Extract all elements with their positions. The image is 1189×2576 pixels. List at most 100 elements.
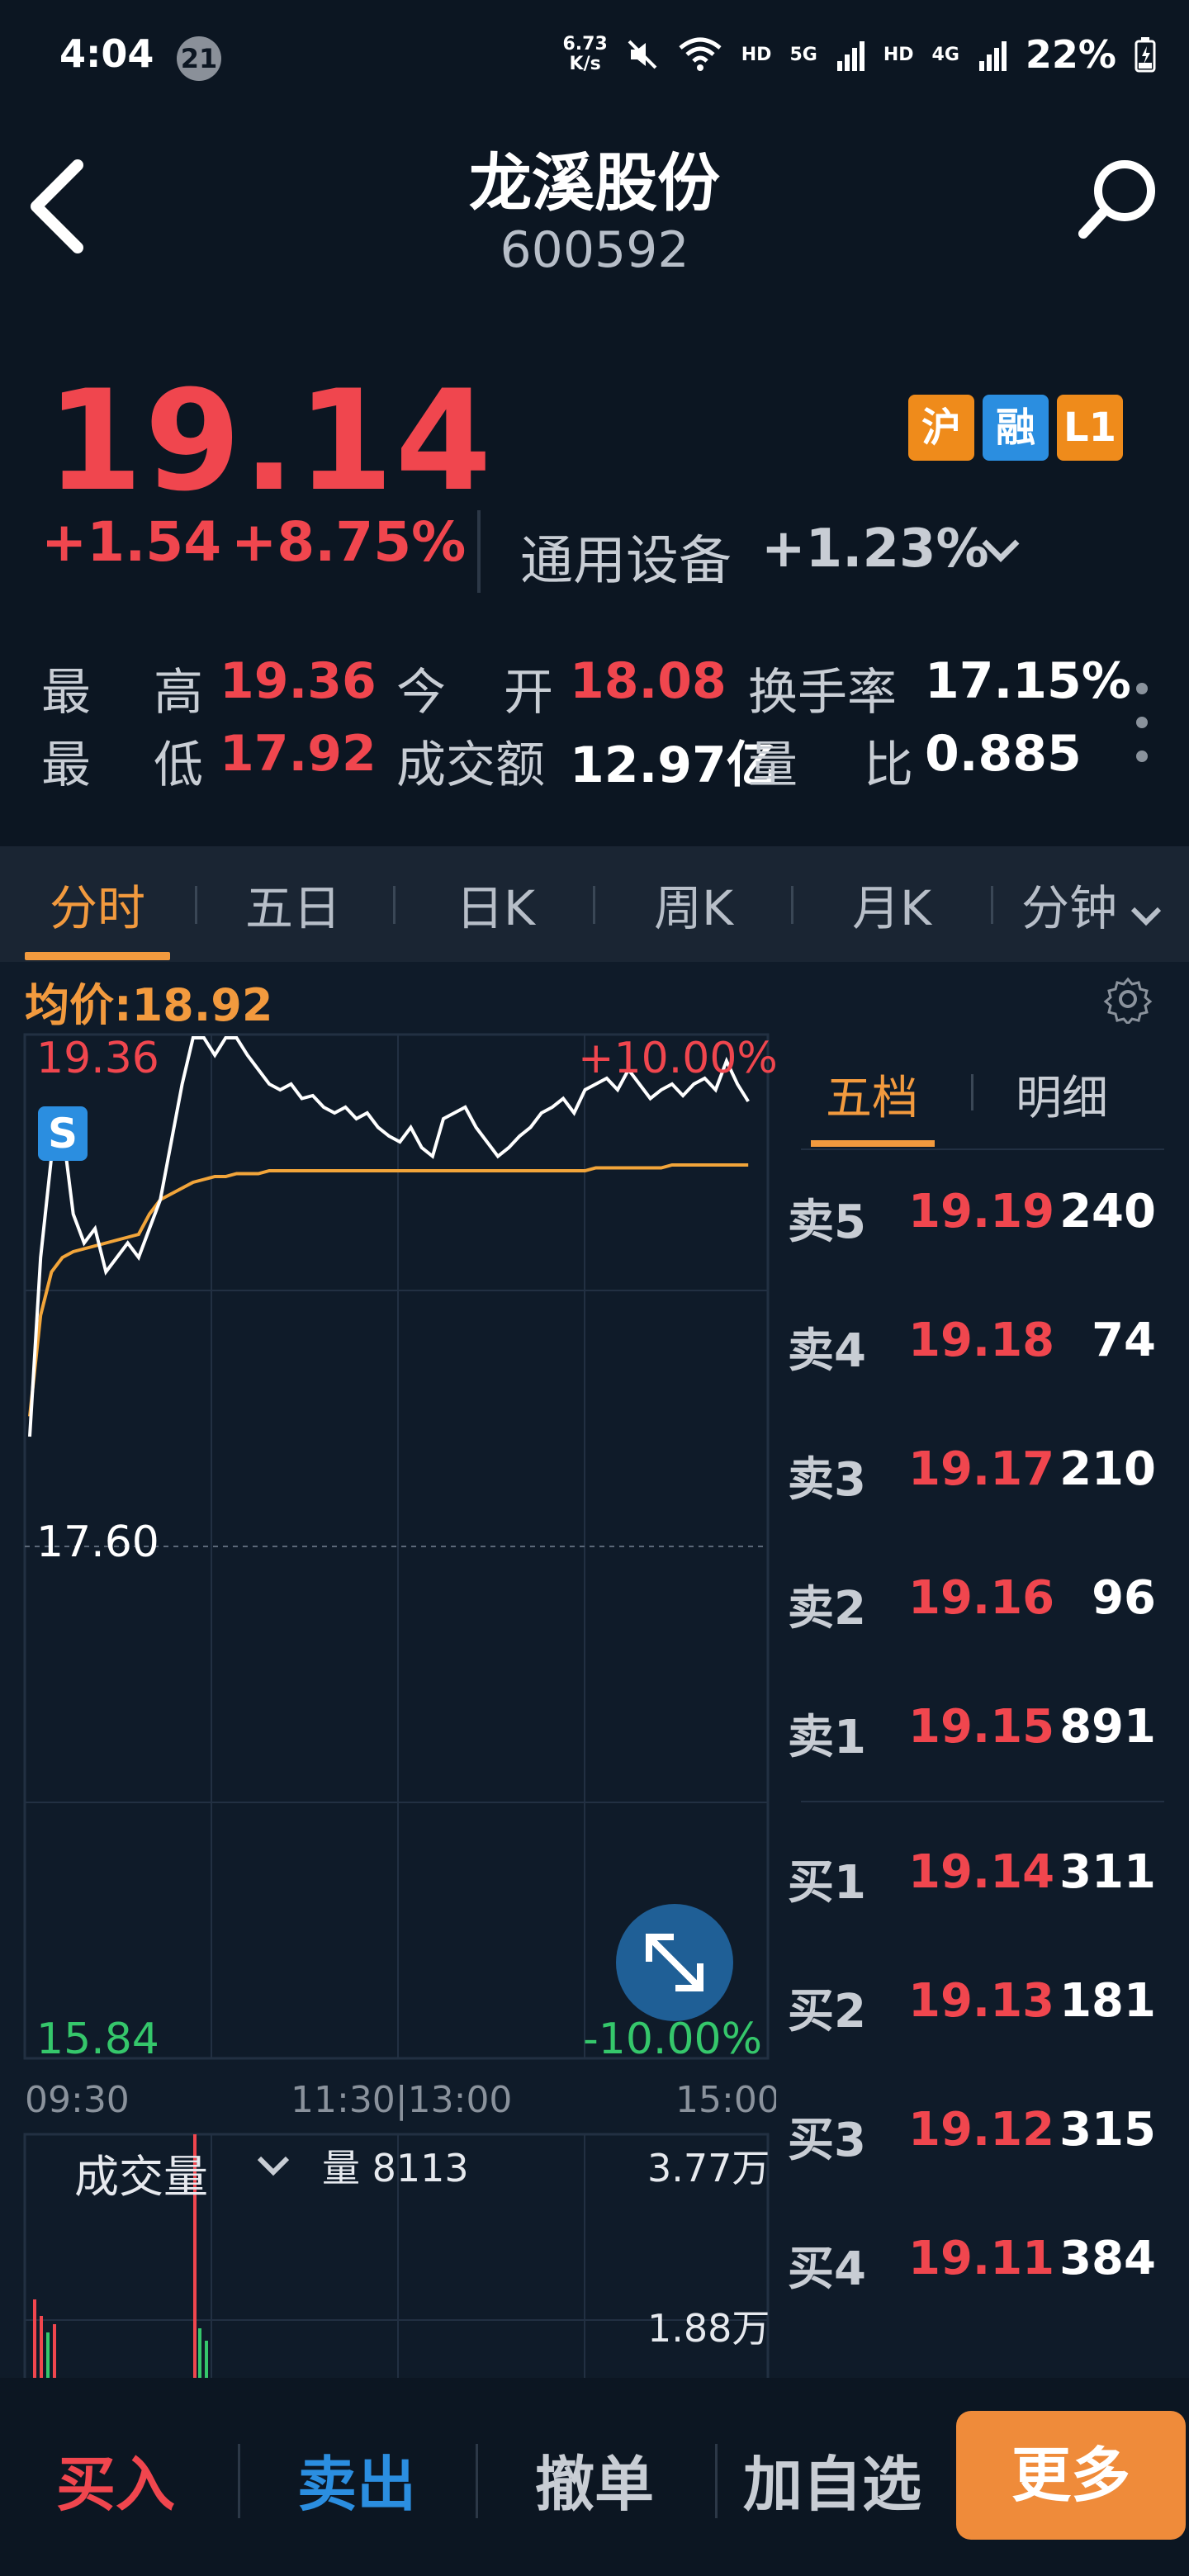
- tab-five-day[interactable]: 五日: [215, 869, 372, 936]
- ask-volume: 96: [1092, 1571, 1156, 1625]
- buy-button[interactable]: 买入: [56, 2436, 175, 2522]
- ask-label: 卖3: [788, 1453, 866, 1507]
- level1-badge: L1: [1057, 395, 1123, 461]
- action-separator: [238, 2444, 240, 2518]
- ask-price: 19.17: [908, 1442, 1055, 1496]
- quote-panel: 19.14 沪 融 L1 +1.54 +8.75% 通用设备 +1.23% 最 …: [0, 305, 1189, 846]
- status-icons: 6.73 K/s HD 5G HD 4G 22%: [562, 30, 1156, 79]
- ask-row: 卖5 19.19 240: [776, 1185, 1189, 1251]
- y-axis-low: 15.84: [36, 2015, 159, 2064]
- action-separator: [476, 2444, 478, 2518]
- tab-level5[interactable]: 五档: [826, 1061, 918, 1128]
- bid-label: 买4: [788, 2242, 866, 2296]
- shanghai-badge: 沪: [908, 395, 974, 461]
- stats-row-2: 最 低 17.92 成交额 12.97亿 量 比 0.885: [41, 725, 1115, 794]
- add-watchlist-button[interactable]: 加自选: [743, 2436, 921, 2522]
- tab-separator: [593, 886, 595, 924]
- tab-monthly-k[interactable]: 月K: [809, 869, 974, 936]
- expand-icon: [646, 1934, 703, 1991]
- price-line: [28, 1036, 750, 1437]
- volume-bar: [40, 2316, 43, 2382]
- ask-price: 19.18: [908, 1314, 1055, 1367]
- ask-price: 19.15: [908, 1700, 1055, 1754]
- notification-count-badge: 21: [177, 36, 221, 81]
- battery-charging-icon: [1135, 37, 1156, 73]
- bid-row: 买4 19.11 384: [776, 2232, 1189, 2298]
- amount-value: 12.97亿: [570, 736, 776, 794]
- hd-label-2: HD: [883, 44, 914, 65]
- ratio-value: 0.885: [925, 725, 1082, 783]
- volume-bar: [33, 2299, 36, 2382]
- sell-button[interactable]: 卖出: [297, 2436, 416, 2522]
- amount-label: 成交额: [396, 736, 545, 794]
- gear-icon[interactable]: [1103, 974, 1153, 1024]
- volume-bar: [205, 2341, 208, 2382]
- network-speed-value: 6.73: [562, 34, 608, 54]
- ask-volume: 210: [1059, 1442, 1156, 1496]
- network-speed: 6.73 K/s: [562, 35, 607, 74]
- ask-row: 卖2 19.16 96: [776, 1571, 1189, 1637]
- divider: [477, 510, 481, 593]
- s-marker-badge[interactable]: S: [38, 1106, 88, 1161]
- bid-volume: 311: [1059, 1845, 1156, 1899]
- stock-name: 龙溪股份: [469, 146, 720, 220]
- signal-icon-2: [978, 41, 1007, 71]
- open-label-char2: 开: [504, 664, 553, 722]
- low-value: 17.92: [220, 725, 377, 783]
- tab-separator: [991, 886, 993, 924]
- tab-trade-detail[interactable]: 明细: [1016, 1061, 1108, 1128]
- ask-label: 卖2: [788, 1582, 866, 1636]
- chevron-down-icon[interactable]: [976, 525, 1026, 575]
- search-icon[interactable]: [1073, 153, 1164, 244]
- more-button[interactable]: 更多: [956, 2411, 1186, 2540]
- y-axis-prev-close: 17.60: [36, 1518, 159, 1567]
- tab-intraday[interactable]: 分时: [25, 869, 170, 936]
- cancel-order-button[interactable]: 撤单: [535, 2436, 654, 2522]
- turnover-value: 17.15%: [925, 652, 1131, 710]
- price-change-percent: +8.75%: [231, 510, 467, 574]
- chart-period-tabs: 分时 五日 日K 周K 月K 分钟: [0, 846, 1189, 962]
- fullscreen-button[interactable]: [616, 1904, 733, 2021]
- status-bar: 4:04 21 6.73 K/s HD 5G HD 4G 22%: [0, 0, 1189, 107]
- high-label-char2: 高: [154, 664, 203, 722]
- tab-weekly-k[interactable]: 周K: [611, 869, 776, 936]
- volume-axis-max: 3.77万: [647, 2146, 770, 2190]
- ask-price: 19.19: [908, 1185, 1055, 1238]
- bid-row: 买3 19.12 315: [776, 2103, 1189, 2169]
- more-vertical-icon[interactable]: [1133, 677, 1151, 768]
- bid-row: 买2 19.13 181: [776, 1974, 1189, 2040]
- book-divider: [801, 1801, 1164, 1802]
- tab-daily-k[interactable]: 日K: [413, 869, 578, 936]
- network-type-1: 5G: [789, 44, 817, 65]
- tab-minute[interactable]: 分钟: [1007, 869, 1131, 936]
- bid-label: 买2: [788, 1985, 866, 2039]
- network-speed-unit: K/s: [569, 54, 601, 74]
- volume-bar: [53, 2324, 56, 2382]
- stock-code: 600592: [500, 221, 689, 279]
- volume-amount: 量 8113: [322, 2146, 469, 2190]
- battery-percent: 22%: [1025, 32, 1116, 77]
- sector-name[interactable]: 通用设备: [520, 519, 732, 594]
- bid-price: 19.12: [908, 2103, 1055, 2157]
- bid-row: 买1 19.14 311: [776, 1845, 1189, 1911]
- bid-label: 买1: [788, 1856, 866, 1910]
- volume-indicator-label[interactable]: 成交量: [74, 2140, 208, 2205]
- bid-price: 19.14: [908, 1845, 1055, 1899]
- chevron-down-icon[interactable]: [1128, 897, 1164, 934]
- book-tab-separator: [971, 1074, 973, 1110]
- last-price: 19.14: [46, 360, 494, 522]
- open-label-char1: 今: [396, 664, 446, 722]
- price-change: +1.54: [41, 510, 222, 574]
- ask-row: 卖4 19.18 74: [776, 1314, 1189, 1380]
- x-axis-mid: 11:30|13:00: [291, 2079, 513, 2121]
- active-tab-indicator: [25, 952, 170, 960]
- ask-label: 卖4: [788, 1324, 866, 1378]
- ask-label: 卖5: [788, 1196, 866, 1249]
- tab-separator: [393, 886, 396, 924]
- sector-change[interactable]: +1.23%: [761, 519, 989, 580]
- low-label-char1: 最: [41, 736, 91, 794]
- chevron-down-icon[interactable]: [253, 2145, 294, 2186]
- x-axis-start: 09:30: [25, 2079, 130, 2121]
- action-separator: [715, 2444, 718, 2518]
- market-badges: 沪 融 L1: [908, 395, 1123, 461]
